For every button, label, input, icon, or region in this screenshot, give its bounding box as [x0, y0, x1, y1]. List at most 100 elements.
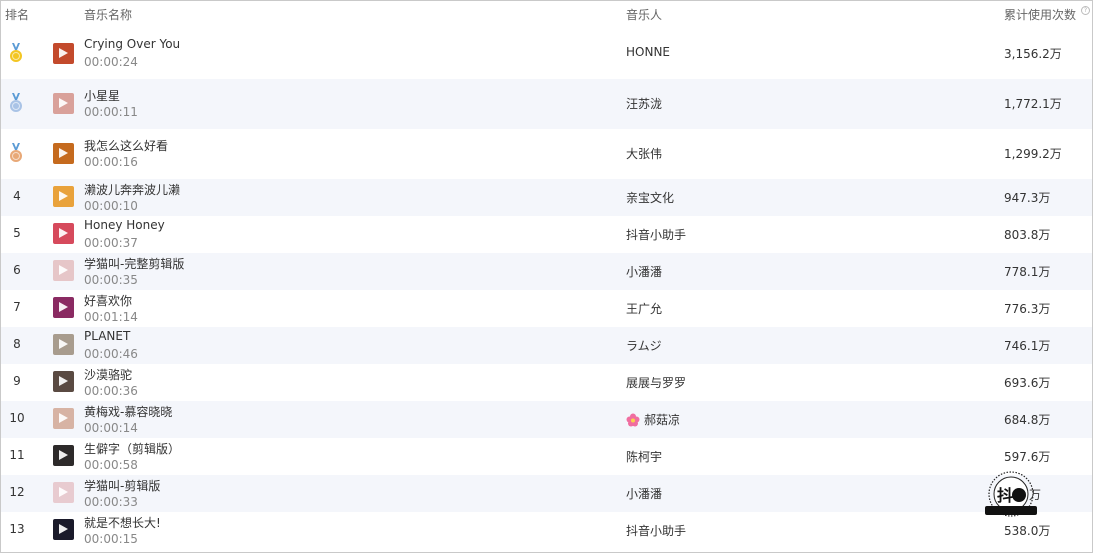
- artist-name[interactable]: 大张伟: [626, 145, 662, 162]
- play-icon[interactable]: [59, 450, 68, 460]
- table-row[interactable]: 小星星 00:00:11 汪苏泷 1,772.1万: [1, 79, 1092, 129]
- music-duration: 00:00:11: [84, 105, 138, 119]
- watermark-seal-icon: 抖 万: [985, 471, 1041, 517]
- artist-name[interactable]: 亲宝文化: [626, 189, 674, 206]
- rank-number: 8: [13, 337, 21, 351]
- usage-count: 778.1万: [1004, 265, 1051, 279]
- artist-name[interactable]: 小潘潘: [626, 263, 662, 280]
- artist-name[interactable]: 郝菇凉: [626, 411, 680, 428]
- table-row[interactable]: 我怎么这么好看 00:00:16 大张伟 1,299.2万: [1, 129, 1092, 179]
- rank-number: 9: [13, 374, 21, 388]
- music-title[interactable]: Honey Honey: [84, 218, 165, 232]
- play-icon[interactable]: [59, 413, 68, 423]
- cover-thumbnail[interactable]: [53, 186, 74, 207]
- play-icon[interactable]: [59, 265, 68, 275]
- cover-thumbnail[interactable]: [53, 334, 74, 355]
- play-icon[interactable]: [59, 228, 68, 238]
- usage-count: 1,772.1万: [1004, 97, 1062, 111]
- artist-name[interactable]: 抖音小助手: [626, 522, 686, 539]
- header-title: 音乐名称: [84, 8, 133, 22]
- table-row[interactable]: Crying Over You 00:00:24 HONNE 3,156.2万: [1, 29, 1092, 79]
- artist-name[interactable]: HONNE: [626, 45, 670, 59]
- artist-label: 抖音小助手: [626, 524, 687, 538]
- artist-name[interactable]: 展展与罗罗: [626, 374, 686, 391]
- music-title[interactable]: 我怎么这么好看: [84, 137, 168, 154]
- rank-number: 4: [13, 189, 21, 203]
- music-title[interactable]: PLANET: [84, 329, 130, 343]
- play-icon[interactable]: [59, 98, 68, 108]
- play-icon[interactable]: [59, 524, 68, 534]
- artist-name[interactable]: ラムジ: [626, 337, 662, 354]
- table-row[interactable]: 6 学猫叫-完整剪辑版 00:00:35 小潘潘 778.1万: [1, 253, 1092, 290]
- table-row[interactable]: 9 沙漠骆驼 00:00:36 展展与罗罗 693.6万: [1, 364, 1092, 401]
- table-row[interactable]: 4 濑波儿奔奔波儿濑 00:00:10 亲宝文化 947.3万: [1, 179, 1092, 216]
- table-row[interactable]: 11 生僻字（剪辑版） 00:00:58 陈柯宇 597.6万: [1, 438, 1092, 475]
- cover-thumbnail[interactable]: [53, 519, 74, 540]
- music-title[interactable]: 生僻字（剪辑版）: [84, 440, 180, 457]
- music-duration: 00:00:24: [84, 55, 138, 69]
- table-row[interactable]: 12 学猫叫-剪辑版 00:00:33 小潘潘: [1, 475, 1092, 512]
- music-title[interactable]: 就是不想长大!: [84, 514, 161, 531]
- play-icon[interactable]: [59, 339, 68, 349]
- music-duration: 00:00:10: [84, 199, 138, 213]
- artist-name[interactable]: 陈柯宇: [626, 448, 662, 465]
- usage-count: 684.8万: [1004, 413, 1051, 427]
- music-duration: 00:00:33: [84, 495, 138, 509]
- table-row[interactable]: 8 PLANET 00:00:46 ラムジ 746.1万: [1, 327, 1092, 364]
- artist-label: HONNE: [626, 45, 671, 59]
- flower-icon: [626, 413, 640, 427]
- cover-thumbnail[interactable]: [53, 223, 74, 244]
- music-title[interactable]: 小星星: [84, 87, 120, 104]
- music-title[interactable]: 黄梅戏-慕容晓晓: [84, 403, 172, 420]
- header-uses[interactable]: 累计使用次数: [1004, 6, 1076, 23]
- table-row[interactable]: 10 黄梅戏-慕容晓晓 00:00:14 郝菇凉 684.8万: [1, 401, 1092, 438]
- cover-thumbnail[interactable]: [53, 93, 74, 114]
- cover-thumbnail[interactable]: [53, 143, 74, 164]
- artist-name[interactable]: 小潘潘: [626, 485, 662, 502]
- cover-thumbnail[interactable]: [53, 371, 74, 392]
- play-icon[interactable]: [59, 148, 68, 158]
- play-icon[interactable]: [59, 48, 68, 58]
- table-row[interactable]: 13 就是不想长大! 00:00:15 抖音小助手 538.0万: [1, 512, 1092, 549]
- usage-count: 746.1万: [1004, 339, 1051, 353]
- cover-thumbnail[interactable]: [53, 408, 74, 429]
- help-icon[interactable]: ?: [1081, 6, 1090, 15]
- usage-count: 538.0万: [1004, 524, 1051, 538]
- artist-name[interactable]: 王广允: [626, 300, 662, 317]
- usage-count: 947.3万: [1004, 191, 1051, 205]
- play-icon[interactable]: [59, 191, 68, 201]
- rank-number: 11: [9, 448, 25, 462]
- play-icon[interactable]: [59, 376, 68, 386]
- artist-label: 抖音小助手: [626, 228, 687, 242]
- header-artist: 音乐人: [626, 8, 663, 22]
- music-title[interactable]: Crying Over You: [84, 37, 180, 51]
- music-title[interactable]: 学猫叫-完整剪辑版: [84, 255, 184, 272]
- usage-count: 776.3万: [1004, 302, 1051, 316]
- rank-number: 13: [9, 522, 25, 536]
- cover-thumbnail[interactable]: [53, 260, 74, 281]
- artist-label: 大张伟: [626, 147, 663, 161]
- usage-count: 597.6万: [1004, 450, 1051, 464]
- play-icon[interactable]: [59, 302, 68, 312]
- music-title[interactable]: 好喜欢你: [84, 292, 132, 309]
- artist-label: 展展与罗罗: [626, 376, 687, 390]
- table-row[interactable]: 5 Honey Honey 00:00:37 抖音小助手 803.8万: [1, 216, 1092, 253]
- music-title[interactable]: 濑波儿奔奔波儿濑: [84, 181, 180, 198]
- cover-thumbnail[interactable]: [53, 445, 74, 466]
- cover-thumbnail[interactable]: [53, 297, 74, 318]
- cover-thumbnail[interactable]: [53, 43, 74, 64]
- artist-name[interactable]: 汪苏泷: [626, 95, 662, 112]
- cover-thumbnail[interactable]: [53, 482, 74, 503]
- artist-name[interactable]: 抖音小助手: [626, 226, 686, 243]
- music-title[interactable]: 学猫叫-剪辑版: [84, 477, 160, 494]
- artist-label: 王广允: [626, 302, 663, 316]
- music-duration: 00:00:15: [84, 532, 138, 546]
- music-table-body: Crying Over You 00:00:24 HONNE 3,156.2万 小星星 0…: [1, 29, 1092, 549]
- table-row[interactable]: 7 好喜欢你 00:01:14 王广允 776.3万: [1, 290, 1092, 327]
- silver-medal-icon: [10, 93, 22, 112]
- play-icon[interactable]: [59, 487, 68, 497]
- music-title[interactable]: 沙漠骆驼: [84, 366, 132, 383]
- bronze-medal-icon: [10, 143, 22, 162]
- rank-number: 5: [13, 226, 21, 240]
- artist-label: 小潘潘: [626, 265, 663, 279]
